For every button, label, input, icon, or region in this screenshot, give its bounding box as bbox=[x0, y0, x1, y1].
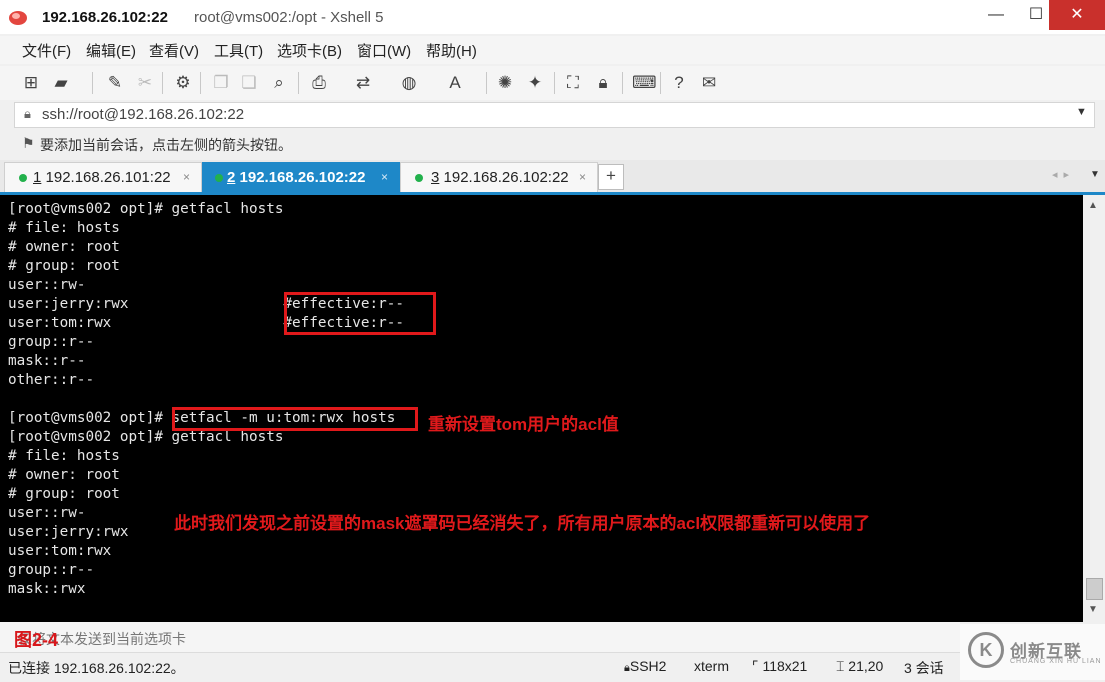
toolbar bbox=[0, 66, 1105, 100]
tab-scroll-arrows-icon[interactable]: ◂▸ bbox=[1052, 168, 1075, 181]
terminal-line: mask::rwx bbox=[8, 581, 86, 597]
fullscreen-icon[interactable]: ⛶ bbox=[562, 72, 584, 94]
address-dropdown-icon[interactable]: ▼ bbox=[1076, 106, 1087, 118]
toolbar-separator bbox=[554, 72, 555, 94]
toolbar-separator bbox=[622, 72, 623, 94]
terminal-line: group::r-- bbox=[8, 334, 95, 350]
chat-icon[interactable]: ✉ bbox=[698, 72, 720, 94]
toolbar-separator bbox=[486, 72, 487, 94]
terminal-line: group::r-- bbox=[8, 562, 95, 578]
session-hint: 要添加当前会话，点击左侧的箭头按钮。 bbox=[40, 137, 292, 153]
terminal-size-status: ⌜ 118x21 bbox=[752, 658, 808, 674]
help-icon[interactable]: ? bbox=[668, 72, 690, 94]
menu-edit[interactable]: 编辑(E) bbox=[86, 40, 136, 61]
tab-label: 3 192.168.26.102:22 bbox=[431, 169, 569, 186]
terminal-line: [root@vms002 opt]# getfacl hosts bbox=[8, 201, 284, 217]
address-lock-icon: 🔒︎ bbox=[24, 106, 31, 121]
toolbar-separator bbox=[298, 72, 299, 94]
copy-icon[interactable]: ❐ bbox=[210, 72, 232, 94]
menu-tabs[interactable]: 选项卡(B) bbox=[277, 40, 342, 61]
mask-gone-annotation: 此时我们发现之前设置的mask遮罩码已经消失了，所有用户原本的acl权限都重新可… bbox=[174, 514, 871, 533]
setfacl-highlight-box bbox=[172, 407, 418, 431]
reset-acl-annotation: 重新设置tom用户的acl值 bbox=[428, 415, 619, 434]
toolbar-separator bbox=[92, 72, 93, 94]
terminal-line: # file: hosts bbox=[8, 220, 120, 236]
terminal-line: user:jerry:rwx bbox=[8, 524, 129, 540]
terminal-line: # owner: root bbox=[8, 467, 120, 483]
window-title: root@vms002:/opt - Xshell 5 bbox=[194, 9, 384, 26]
terminal-line: mask::r-- bbox=[8, 353, 86, 369]
terminal-scrollbar[interactable] bbox=[1083, 195, 1105, 622]
properties-icon[interactable]: ⚙ bbox=[172, 72, 194, 94]
terminal-line: # file: hosts bbox=[8, 448, 120, 464]
tab-close-icon[interactable]: × bbox=[579, 170, 586, 184]
terminal-line: other::r-- bbox=[8, 372, 95, 388]
window-title-host: 192.168.26.102:22 bbox=[42, 9, 168, 26]
close-button[interactable]: ✕ bbox=[1049, 0, 1105, 30]
menu-view[interactable]: 查看(V) bbox=[149, 40, 199, 61]
session-count-status: 3 会话 bbox=[904, 660, 944, 676]
menu-tools[interactable]: 工具(T) bbox=[214, 40, 263, 61]
xshell-app-icon bbox=[9, 11, 27, 25]
terminal-line: # owner: root bbox=[8, 239, 120, 255]
terminal-line: user::rw- bbox=[8, 277, 86, 293]
toolbar-separator bbox=[200, 72, 201, 94]
menu-window[interactable]: 窗口(W) bbox=[357, 40, 411, 61]
tab-close-icon[interactable]: × bbox=[183, 170, 190, 184]
online-status-icon bbox=[215, 174, 223, 182]
resize-icon: ⌜ bbox=[752, 658, 763, 674]
new-session-icon[interactable]: ⊞ bbox=[20, 72, 42, 94]
scroll-up-icon[interactable]: ▲ bbox=[1088, 200, 1098, 211]
tab-close-icon[interactable]: × bbox=[381, 170, 388, 184]
scroll-down-icon[interactable]: ▼ bbox=[1088, 604, 1098, 615]
open-folder-icon[interactable]: ▰ bbox=[50, 72, 72, 94]
terminal-line: user:tom:rwx bbox=[8, 543, 112, 559]
terminal-type-status: xterm bbox=[694, 658, 729, 674]
address-input[interactable]: ssh://root@192.168.26.102:22 bbox=[42, 106, 244, 123]
toolbar-separator bbox=[162, 72, 163, 94]
tab-list-dropdown-icon[interactable]: ▼ bbox=[1090, 169, 1100, 180]
cursor-position-status: ⌶ 21,20 bbox=[836, 658, 884, 674]
online-status-icon bbox=[19, 174, 27, 182]
connection-status: 已连接 192.168.26.102:22。 bbox=[8, 660, 185, 676]
online-status-icon bbox=[415, 174, 423, 182]
find-icon[interactable]: ⌕ bbox=[268, 72, 290, 94]
xmanager-icon[interactable]: ✦ bbox=[524, 72, 546, 94]
cursor-icon: ⌶ bbox=[836, 658, 849, 674]
minimize-button[interactable]: — bbox=[976, 0, 1016, 30]
tab-label: 2 192.168.26.102:22 bbox=[227, 169, 366, 186]
lock-icon[interactable]: 🔒︎ bbox=[592, 72, 614, 94]
print-icon[interactable]: ⎙ bbox=[308, 72, 330, 94]
watermark-logo-icon: K bbox=[968, 632, 1004, 668]
watermark-subtext: CHUANG XIN HU LIAN bbox=[1010, 658, 1102, 665]
toolbar-separator bbox=[660, 72, 661, 94]
disconnect-icon[interactable]: ✂ bbox=[134, 72, 156, 94]
terminal-line: user::rw- bbox=[8, 505, 86, 521]
terminal-line: # group: root bbox=[8, 486, 120, 502]
connect-icon[interactable]: ✎ bbox=[104, 72, 126, 94]
tab-session-1[interactable]: 1 192.168.26.101:22 × bbox=[4, 162, 202, 193]
transfer-icon[interactable]: ⇄ bbox=[352, 72, 374, 94]
bookmark-arrow-icon[interactable]: ⚑ bbox=[22, 135, 35, 152]
figure-label: 图2-4 bbox=[14, 630, 59, 650]
effective-highlight-box bbox=[284, 292, 436, 335]
keyboard-icon[interactable]: ⌨ bbox=[632, 72, 657, 94]
scrollbar-thumb[interactable] bbox=[1086, 578, 1103, 600]
tab-session-2[interactable]: 2 192.168.26.102:22 × bbox=[202, 162, 400, 193]
tab-label: 1 192.168.26.101:22 bbox=[33, 169, 171, 186]
tab-session-3[interactable]: 3 192.168.26.102:22 × bbox=[400, 162, 598, 193]
font-icon[interactable]: A bbox=[444, 72, 466, 94]
terminal-line: # group: root bbox=[8, 258, 120, 274]
protocol-status: 🔒︎SSH2 bbox=[624, 658, 667, 674]
new-tab-button[interactable]: + bbox=[598, 164, 624, 190]
paste-icon[interactable]: ❏ bbox=[238, 72, 260, 94]
menu-help[interactable]: 帮助(H) bbox=[426, 40, 477, 61]
menu-file[interactable]: 文件(F) bbox=[22, 40, 71, 61]
globe-icon[interactable]: ◍ bbox=[398, 72, 420, 94]
xftp-icon[interactable]: ✺ bbox=[494, 72, 516, 94]
